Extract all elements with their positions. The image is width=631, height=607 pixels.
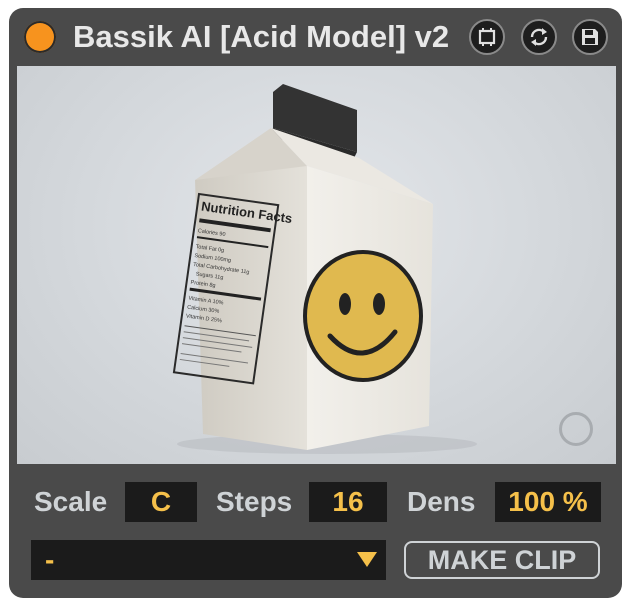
save-icon — [582, 29, 598, 45]
device-title: Bassik AI [Acid Model] v2 — [73, 19, 450, 54]
refresh-icon — [530, 28, 548, 46]
steps-value[interactable]: 16 — [309, 482, 387, 522]
steps-label: Steps — [216, 486, 293, 517]
smiley-face-icon — [303, 250, 423, 382]
title-bar: Bassik AI [Acid Model] v2 — [9, 8, 622, 66]
device-panel: Bassik AI [Acid Model] v2 Nutrition Fact… — [9, 8, 622, 598]
milk-carton-illustration: Nutrition Facts Calories 90 Total Fat 0g… — [172, 84, 477, 454]
scale-value[interactable]: C — [125, 482, 197, 522]
controls-panel: Scale C Steps 16 Dens 100 % - MAKE CLIP — [9, 464, 622, 598]
preview-viewport: Nutrition Facts Calories 90 Total Fat 0g… — [17, 66, 616, 464]
chevron-down-icon — [357, 552, 377, 567]
fit-frame-icon — [478, 28, 496, 46]
rotate-handle[interactable] — [559, 412, 593, 446]
density-value[interactable]: 100 % — [495, 482, 601, 522]
pattern-dropdown[interactable]: - — [31, 540, 386, 580]
pattern-dropdown-value: - — [45, 544, 55, 575]
make-clip-button[interactable]: MAKE CLIP — [404, 541, 600, 579]
scale-label: Scale — [34, 486, 108, 517]
save-button[interactable] — [572, 19, 608, 55]
refresh-button[interactable] — [521, 19, 557, 55]
density-label: Dens — [407, 486, 476, 517]
device-power-button[interactable] — [24, 21, 56, 53]
fit-frame-button[interactable] — [469, 19, 505, 55]
